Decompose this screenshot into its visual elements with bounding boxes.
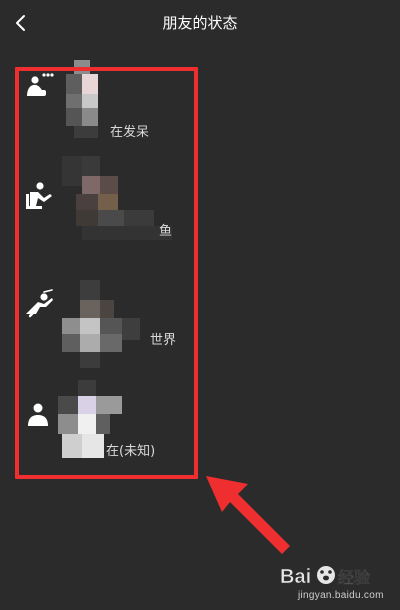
watermark-url: jingyan.baidu.com: [298, 590, 384, 601]
page-title: 朋友的状态: [162, 14, 238, 32]
header: 朋友的状态: [0, 0, 400, 48]
svg-text:经验: 经验: [338, 568, 371, 587]
annotation-arrow-icon: [206, 476, 290, 554]
baidu-jingyan-logo: Bai 经验: [280, 566, 372, 589]
watermark: Bai 经验 jingyan.baidu.com: [278, 560, 400, 608]
svg-text:Bai: Bai: [280, 566, 311, 588]
highlight-box: [15, 67, 198, 479]
